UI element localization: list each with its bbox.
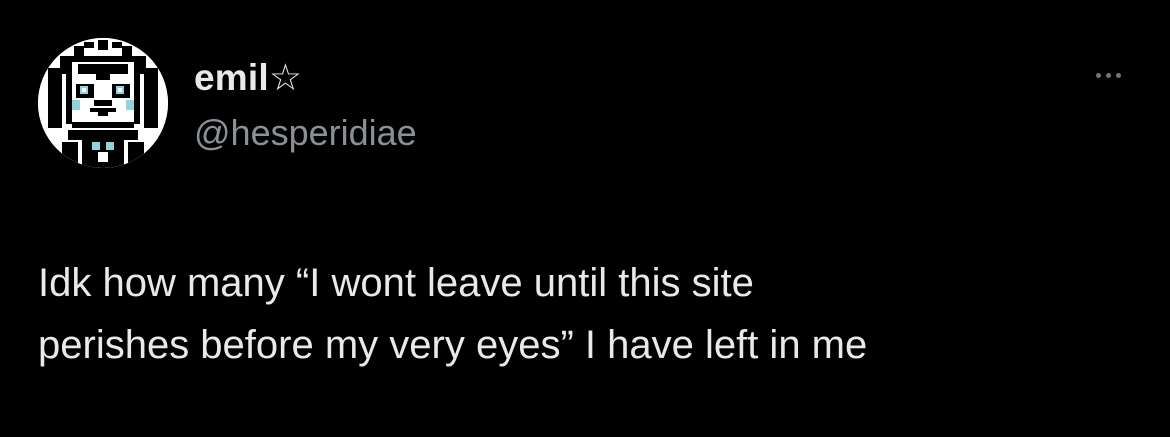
tweet-text-line: perishes before my very eyes” I have lef… (38, 323, 868, 367)
more-options-ellipsis-icon (1095, 72, 1101, 78)
author-display-name[interactable]: emil☆ (194, 56, 302, 99)
tweet-card: emil☆ @hesperidiae Idk how many “I wont … (0, 0, 1170, 437)
author-avatar[interactable] (38, 38, 168, 168)
more-options-ellipsis-icon (1115, 72, 1121, 78)
tweet-text: Idk how many “I wont leave until this si… (38, 252, 1138, 376)
pixel-character-icon (38, 38, 168, 168)
author-handle[interactable]: @hesperidiae (194, 112, 417, 154)
more-options-button[interactable] (1086, 60, 1130, 90)
tweet-text-line: Idk how many “I wont leave until this si… (38, 261, 754, 305)
more-options-ellipsis-icon (1105, 72, 1111, 78)
